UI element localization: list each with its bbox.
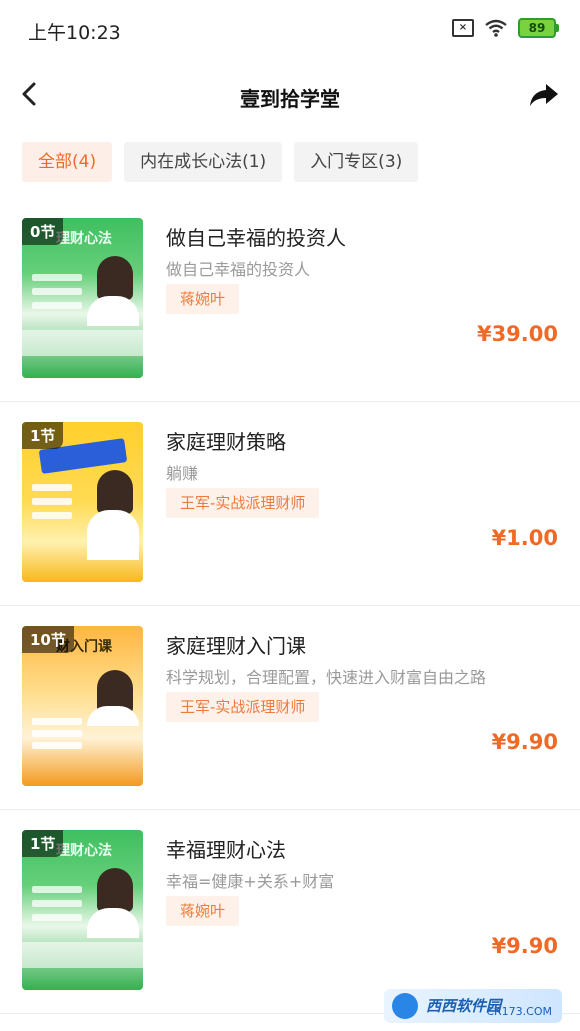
course-title: 家庭理财入门课 [166, 634, 306, 658]
cover-decor [32, 730, 82, 737]
tab-all[interactable]: 全部(4) [22, 142, 113, 182]
cover-portrait-body [87, 296, 139, 326]
lesson-count-badge: 0节 [22, 218, 64, 245]
nav-bar: 壹到拾学堂 [0, 64, 580, 128]
cover-decor [32, 302, 82, 309]
course-item[interactable]: 财入门课 10节 家庭理财入门课 科学规划，合理配置，快速进入财富自由之路 王军… [0, 606, 580, 810]
teacher-tag: 蒋婉叶 [166, 896, 240, 926]
cover-decor [32, 498, 72, 505]
teacher-tag: 蒋婉叶 [166, 284, 240, 314]
course-subtitle: 幸福=健康+关系+财富 [166, 872, 335, 891]
cover-portrait-body [87, 510, 139, 560]
cover-band [22, 330, 143, 356]
course-title: 幸福理财心法 [166, 838, 286, 862]
course-item[interactable]: 理财心法 0节 做自己幸福的投资人 做自己幸福的投资人 蒋婉叶 ¥39.00 [0, 198, 580, 402]
course-title: 家庭理财策略 [166, 430, 286, 454]
course-list: 理财心法 0节 做自己幸福的投资人 做自己幸福的投资人 蒋婉叶 ¥39.00 1… [0, 198, 580, 1014]
course-subtitle: 做自己幸福的投资人 [166, 260, 311, 279]
cover-portrait-body [87, 908, 139, 938]
course-cover-image: 理财心法 1节 [22, 830, 143, 990]
watermark-logo-icon [392, 993, 418, 1019]
course-item[interactable]: 理财心法 1节 幸福理财心法 幸福=健康+关系+财富 蒋婉叶 ¥9.90 [0, 810, 580, 1014]
sim-off-icon: × [452, 19, 474, 37]
cover-decor [32, 484, 72, 491]
cover-decor [32, 718, 82, 725]
cover-decor [32, 886, 82, 893]
cover-decor [32, 914, 82, 921]
watermark-logo: 西西软件园 CR173.COM [384, 989, 562, 1023]
lesson-count-badge: 10节 [22, 626, 74, 653]
course-price: ¥9.90 [491, 730, 558, 754]
cover-portrait [97, 868, 133, 912]
cover-portrait [97, 470, 133, 514]
cover-decor [32, 900, 82, 907]
tab-inner-growth[interactable]: 内在成长心法(1) [124, 142, 283, 182]
watermark-url: CR173.COM [486, 1005, 552, 1018]
cover-decor [32, 288, 82, 295]
teacher-tag: 王军-实战派理财师 [166, 488, 320, 518]
share-arrow-icon [530, 84, 558, 106]
lesson-count-badge: 1节 [22, 830, 64, 857]
course-item[interactable]: 1节 家庭理财策略 躺赚 王军-实战派理财师 ¥1.00 [0, 402, 580, 606]
course-title: 做自己幸福的投资人 [166, 226, 346, 250]
status-bar: 上午10:23 × 89 [0, 0, 580, 60]
cover-decor [32, 512, 72, 519]
cover-band [22, 942, 143, 968]
course-price: ¥9.90 [491, 934, 558, 958]
tab-beginner-zone[interactable]: 入门专区(3) [294, 142, 419, 182]
page-title: 壹到拾学堂 [240, 87, 340, 111]
cover-portrait [97, 256, 133, 300]
cover-decor [32, 742, 82, 749]
teacher-tag: 王军-实战派理财师 [166, 692, 320, 722]
course-cover-image: 1节 [22, 422, 143, 582]
status-icons: × 89 [452, 18, 559, 38]
course-cover-image: 财入门课 10节 [22, 626, 143, 786]
battery-icon: 89 [518, 18, 559, 38]
status-time: 上午10:23 [28, 22, 121, 44]
course-cover-image: 理财心法 0节 [22, 218, 143, 378]
lesson-count-badge: 1节 [22, 422, 64, 449]
wifi-icon [485, 19, 507, 37]
course-price: ¥39.00 [476, 322, 558, 346]
cover-title: 理财心法 [56, 843, 112, 859]
course-price: ¥1.00 [491, 526, 558, 550]
course-subtitle: 科学规划，合理配置，快速进入财富自由之路 [166, 668, 487, 687]
cover-title: 理财心法 [56, 231, 112, 247]
course-subtitle: 躺赚 [166, 464, 199, 483]
category-tabs: 全部(4) 内在成长心法(1) 入门专区(3) [22, 142, 419, 182]
cover-decor [32, 274, 82, 281]
share-button[interactable] [526, 76, 562, 112]
